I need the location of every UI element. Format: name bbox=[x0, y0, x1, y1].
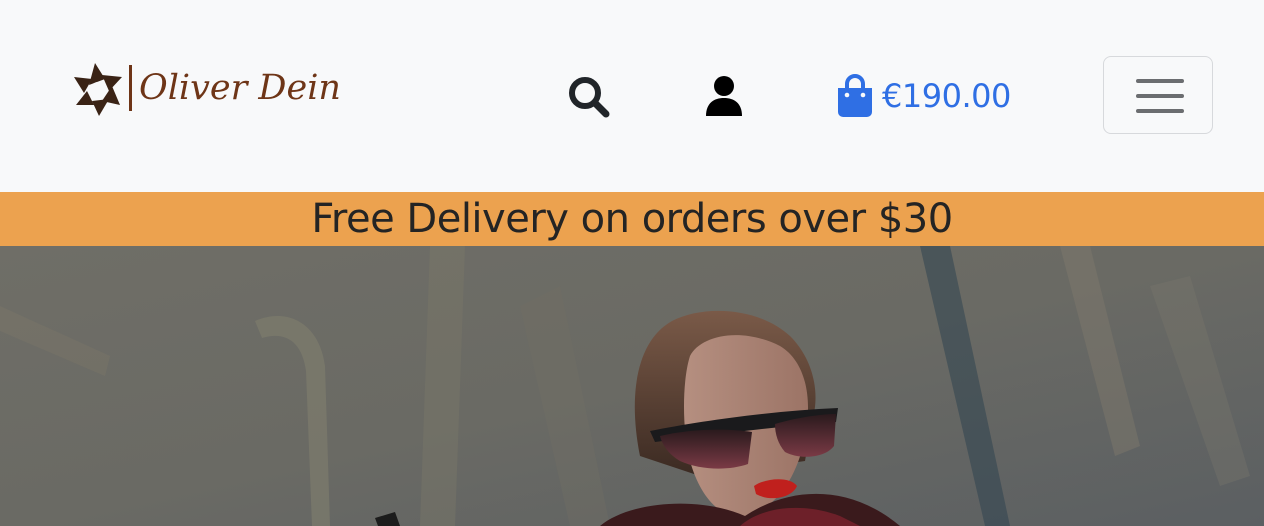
shopping-bag-icon bbox=[838, 74, 872, 117]
hero-image bbox=[0, 246, 1264, 526]
star-knot-logo-icon bbox=[74, 63, 122, 116]
cart-total[interactable]: €190.00 bbox=[882, 77, 1011, 115]
promo-banner: Free Delivery on orders over $30 bbox=[0, 192, 1264, 246]
woman-with-sunglasses-hero-image bbox=[0, 246, 1264, 526]
navbar: Oliver Dein €190.00 bbox=[0, 0, 1264, 192]
search-icon bbox=[569, 77, 610, 118]
search-button[interactable] bbox=[566, 74, 610, 118]
promo-banner-text: Free Delivery on orders over $30 bbox=[311, 196, 953, 242]
menu-toggle-button[interactable] bbox=[1103, 56, 1213, 134]
cart-button[interactable]: €190.00 bbox=[836, 72, 1011, 120]
brand-divider bbox=[129, 65, 132, 111]
brand-logo-link[interactable]: Oliver Dein bbox=[72, 58, 341, 118]
account-button[interactable] bbox=[702, 74, 746, 118]
user-icon bbox=[706, 76, 742, 116]
brand-name: Oliver Dein bbox=[139, 68, 341, 108]
